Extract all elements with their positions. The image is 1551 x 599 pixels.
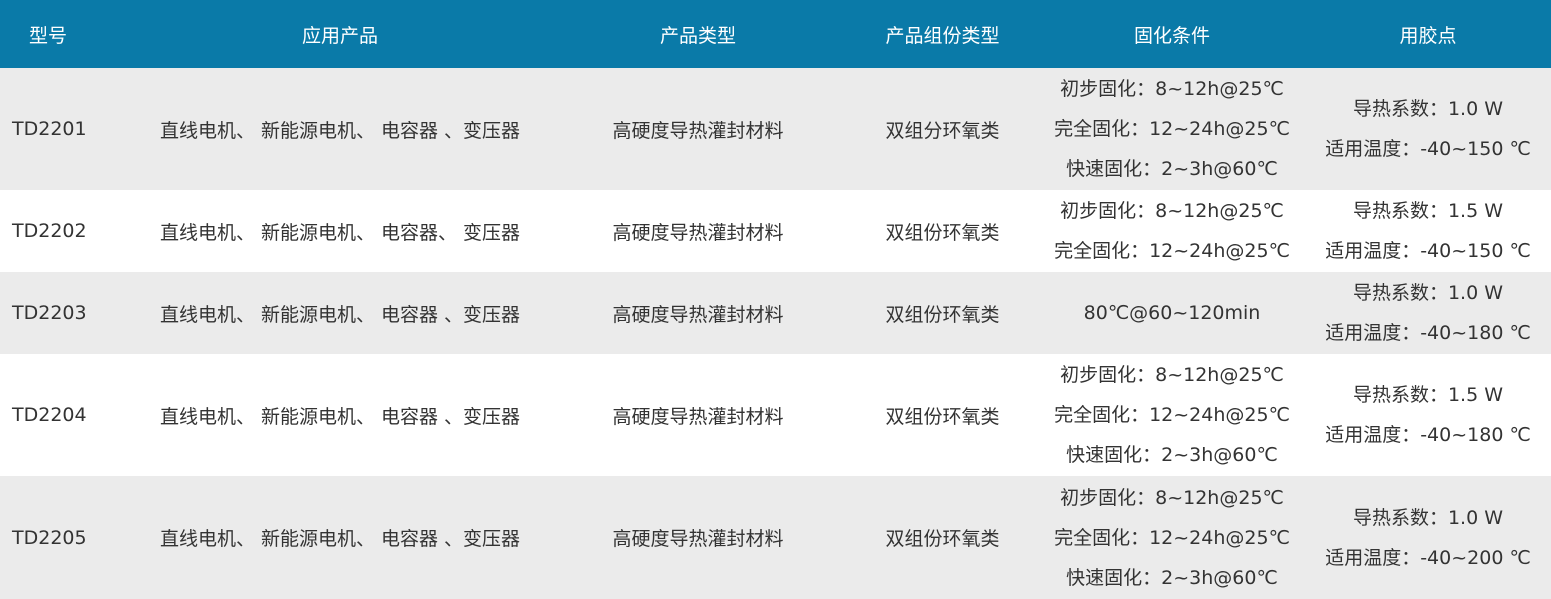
- header-model: 型号: [29, 24, 68, 47]
- cell-application: 直线电机、 新能源电机、 电容器 、变压器: [159, 119, 521, 142]
- header-glue-point: 用胶点: [1399, 24, 1457, 47]
- cell-curing: 初步固化：8~12h@25℃ 完全固化：12~24h@25℃ 快速固化：2~3h…: [1039, 476, 1305, 599]
- curing-line: 快速固化：2~3h@60℃: [1066, 444, 1278, 466]
- glue-point-line: 适用温度：-40~150 ℃: [1325, 138, 1531, 160]
- curing-line: 完全固化：12~24h@25℃: [1054, 240, 1290, 262]
- curing-line: 完全固化：12~24h@25℃: [1054, 404, 1290, 426]
- cell-curing: 初步固化：8~12h@25℃ 完全固化：12~24h@25℃ 快速固化：2~3h…: [1039, 68, 1305, 190]
- table-header-row: 型号 应用产品 产品类型 产品组份类型 固化条件 用胶点: [0, 0, 1551, 68]
- glue-point-line: 导热系数：1.0 W: [1352, 282, 1504, 304]
- cell-glue-point: 导热系数：1.5 W 适用温度：-40~150 ℃: [1305, 190, 1551, 272]
- cell-glue-point: 导热系数：1.5 W 适用温度：-40~180 ℃: [1305, 354, 1551, 476]
- cell-model: TD2203: [12, 302, 87, 324]
- cell-model: TD2204: [12, 404, 87, 426]
- curing-line: 快速固化：2~3h@60℃: [1066, 158, 1278, 180]
- cell-curing: 80℃@60~120min: [1039, 272, 1305, 354]
- table-row: TD2204 直线电机、 新能源电机、 电容器 、变压器 高硬度导热灌封材料 双…: [0, 354, 1551, 476]
- curing-line: 80℃@60~120min: [1083, 302, 1261, 324]
- table-row: TD2201 直线电机、 新能源电机、 电容器 、变压器 高硬度导热灌封材料 双…: [0, 68, 1551, 190]
- cell-component-type: 双组份环氧类: [885, 405, 1000, 428]
- glue-point-line: 导热系数：1.5 W: [1352, 384, 1504, 406]
- glue-point-line: 导热系数：1.0 W: [1352, 506, 1504, 529]
- cell-component-type: 双组份环氧类: [885, 528, 1000, 550]
- glue-point-line: 适用温度：-40~180 ℃: [1325, 322, 1531, 344]
- cell-glue-point: 导热系数：1.0 W 适用温度：-40~200 ℃: [1305, 476, 1551, 599]
- cell-component-type: 双组份环氧类: [885, 221, 1000, 244]
- cell-application: 直线电机、 新能源电机、 电容器、 变压器: [159, 221, 521, 244]
- glue-point-line: 适用温度：-40~200 ℃: [1325, 546, 1531, 569]
- cell-product-type: 高硬度导热灌封材料: [612, 405, 784, 428]
- cell-model: TD2201: [12, 118, 87, 140]
- cell-product-type: 高硬度导热灌封材料: [612, 303, 784, 326]
- header-product-type: 产品类型: [659, 24, 736, 47]
- cell-curing: 初步固化：8~12h@25℃ 完全固化：12~24h@25℃ 快速固化：2~3h…: [1039, 354, 1305, 476]
- curing-line: 初步固化：8~12h@25℃: [1060, 200, 1284, 222]
- table-row: TD2202 直线电机、 新能源电机、 电容器、 变压器 高硬度导热灌封材料 双…: [0, 190, 1551, 272]
- header-component-type: 产品组份类型: [885, 24, 1000, 47]
- curing-line: 初步固化：8~12h@25℃: [1060, 78, 1284, 100]
- product-spec-table: 型号 应用产品 产品类型 产品组份类型 固化条件 用胶点 TD2201 直线电机…: [0, 0, 1551, 599]
- cell-glue-point: 导热系数：1.0 W 适用温度：-40~180 ℃: [1305, 272, 1551, 354]
- curing-line: 初步固化：8~12h@25℃: [1060, 364, 1284, 386]
- cell-component-type: 双组分环氧类: [885, 119, 1000, 142]
- cell-component-type: 双组份环氧类: [885, 303, 1000, 326]
- curing-line: 完全固化：12~24h@25℃: [1054, 526, 1290, 549]
- cell-product-type: 高硬度导热灌封材料: [612, 528, 784, 550]
- glue-point-line: 导热系数：1.0 W: [1352, 98, 1504, 120]
- header-application: 应用产品: [301, 24, 378, 47]
- curing-line: 完全固化：12~24h@25℃: [1054, 118, 1290, 140]
- cell-product-type: 高硬度导热灌封材料: [612, 221, 784, 244]
- curing-line: 快速固化：2~3h@60℃: [1066, 566, 1278, 589]
- cell-glue-point: 导热系数：1.0 W 适用温度：-40~150 ℃: [1305, 68, 1551, 190]
- cell-application: 直线电机、 新能源电机、 电容器 、变压器: [159, 528, 521, 550]
- glue-point-line: 导热系数：1.5 W: [1352, 200, 1504, 222]
- cell-application: 直线电机、 新能源电机、 电容器 、变压器: [159, 303, 521, 326]
- cell-model: TD2202: [12, 220, 87, 242]
- glue-point-line: 适用温度：-40~180 ℃: [1325, 424, 1531, 446]
- table-row: TD2205 直线电机、 新能源电机、 电容器 、变压器 高硬度导热灌封材料 双…: [0, 476, 1551, 599]
- curing-line: 初步固化：8~12h@25℃: [1060, 486, 1284, 509]
- header-curing: 固化条件: [1133, 24, 1210, 47]
- glue-point-line: 适用温度：-40~150 ℃: [1325, 240, 1531, 262]
- cell-model: TD2205: [12, 526, 87, 549]
- cell-product-type: 高硬度导热灌封材料: [612, 119, 784, 142]
- cell-curing: 初步固化：8~12h@25℃ 完全固化：12~24h@25℃: [1039, 190, 1305, 272]
- table-row: TD2203 直线电机、 新能源电机、 电容器 、变压器 高硬度导热灌封材料 双…: [0, 272, 1551, 354]
- cell-application: 直线电机、 新能源电机、 电容器 、变压器: [159, 405, 521, 428]
